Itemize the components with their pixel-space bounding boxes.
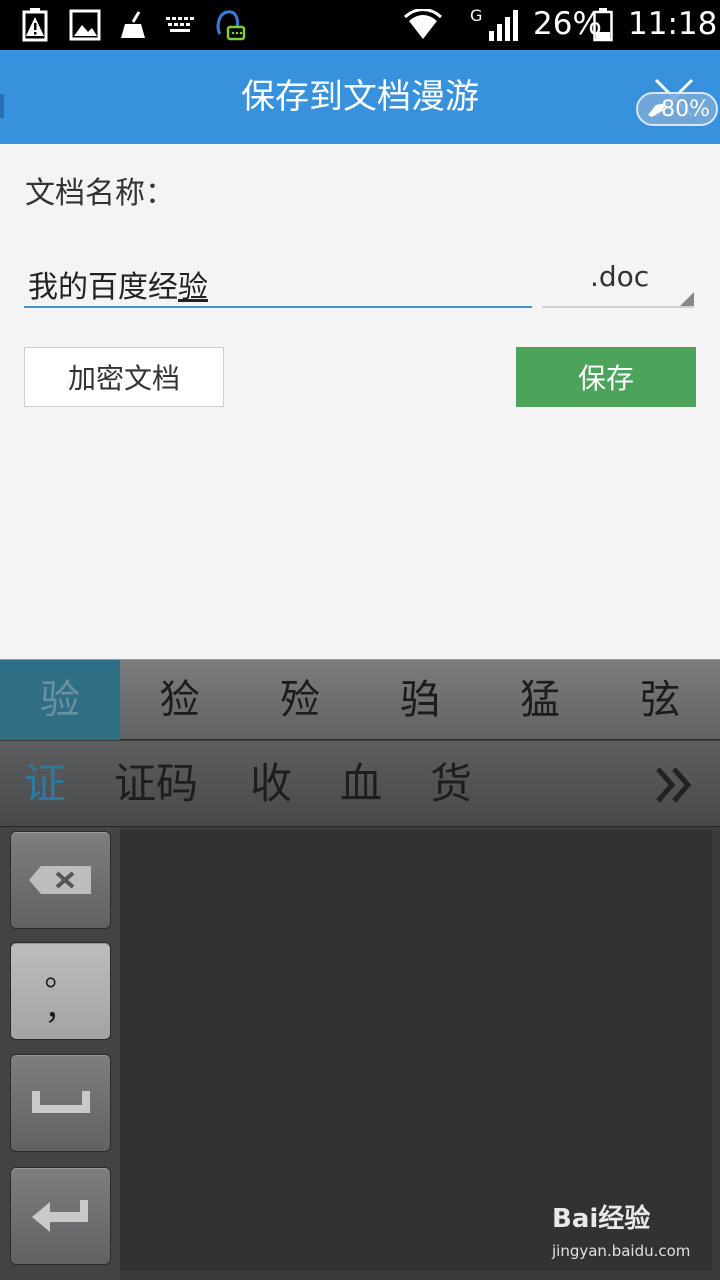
battery-icon (592, 8, 614, 42)
enter-icon (31, 1200, 88, 1232)
battery-warning-icon (18, 8, 52, 42)
wifi-icon (402, 8, 444, 42)
candidate-item[interactable]: 弦 (600, 660, 720, 740)
input-method-keyboard: 验 猃 殓 驺 猛 弦 证 证码 收 血 货 。 ， (0, 659, 720, 1280)
app-screen: G 26% 11:18 保存到文档漫游 80% 文档名称： 我的百度经验 .do… (0, 0, 720, 1280)
candidate-item[interactable]: 验 (0, 660, 120, 740)
backspace-icon (28, 866, 91, 894)
status-bar: G 26% 11:18 (0, 0, 720, 50)
doc-name-input[interactable]: 我的百度经验 (24, 262, 532, 308)
image-icon (68, 8, 102, 42)
network-type: G (470, 6, 483, 25)
page-title: 保存到文档漫游 (241, 77, 479, 117)
suggestion-item[interactable]: 收 (250, 741, 292, 827)
punct-bottom-char: ， (44, 989, 77, 1027)
suggestion-item[interactable]: 货 (430, 741, 472, 827)
signal-icon (486, 8, 522, 42)
save-button[interactable]: 保存 (516, 347, 696, 407)
qq-message-icon (212, 8, 246, 42)
more-suggestions-button[interactable] (652, 763, 696, 807)
suggestion-row: 证 证码 收 血 货 (0, 741, 720, 827)
punctuation-key[interactable]: 。 ， (10, 942, 111, 1040)
space-icon (31, 1091, 90, 1113)
header-bar: 保存到文档漫游 (0, 50, 720, 144)
broom-icon (118, 8, 148, 42)
enter-key[interactable] (10, 1167, 111, 1265)
rocket-icon (648, 103, 666, 117)
watermark-url: jingyan.baidu.com (552, 1242, 691, 1260)
candidate-item[interactable]: 殓 (240, 660, 360, 740)
doc-name-committed-text: 我的百度经 (28, 270, 178, 305)
floating-memory-badge[interactable]: 80% (636, 92, 718, 126)
candidate-item[interactable]: 驺 (360, 660, 480, 740)
float-badge-text: 80% (661, 96, 710, 122)
baidu-jingyan-watermark: Bai经验 jingyan.baidu.com (552, 1198, 712, 1268)
candidate-item[interactable]: 猛 (480, 660, 600, 740)
punct-top-char: 。 (44, 955, 77, 993)
candidate-item[interactable]: 猃 (120, 660, 240, 740)
backspace-key[interactable] (10, 831, 111, 929)
suggestion-item[interactable]: 证码 (114, 741, 198, 827)
suggestion-item[interactable]: 证 (24, 741, 66, 827)
function-key-column: 。 ， (0, 827, 120, 1280)
extension-value: .doc (590, 260, 650, 293)
doc-name-label: 文档名称： (25, 176, 175, 211)
extension-select[interactable]: .doc (542, 258, 694, 308)
space-key[interactable] (10, 1054, 111, 1152)
suggestion-item[interactable]: 血 (340, 741, 382, 827)
keyboard-icon (164, 8, 196, 42)
candidate-row: 验 猃 殓 驺 猛 弦 (0, 659, 720, 740)
double-chevron-right-icon (656, 767, 692, 803)
clock: 11:18 (628, 6, 718, 42)
encrypt-doc-button[interactable]: 加密文档 (24, 347, 224, 407)
dropdown-triangle-icon (680, 292, 694, 306)
watermark-logo: Bai经验 (552, 1204, 651, 1234)
doc-name-composing-text: 验 (178, 270, 208, 305)
